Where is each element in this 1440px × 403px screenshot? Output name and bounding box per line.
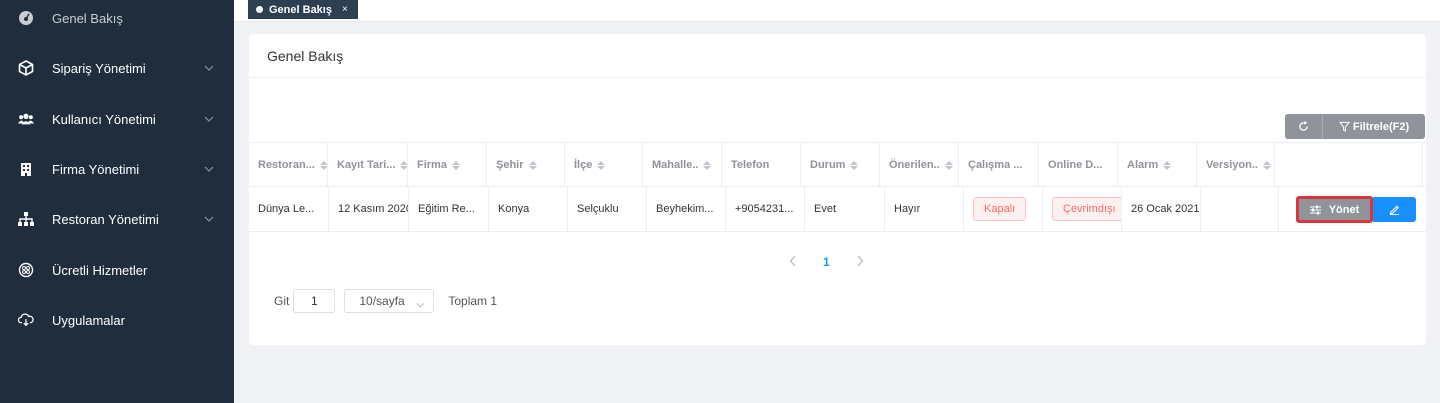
sidebar-item-label: Sipariş Yönetimi	[52, 60, 146, 76]
toolbar: Filtrele(F2)	[1285, 114, 1425, 139]
main-card: Genel Bakış Filtrele(F2) Restoran... Kay…	[249, 34, 1426, 345]
sidebar-item-label: Genel Bakış	[52, 10, 123, 26]
column-header-mahalle[interactable]: Mahalle..	[643, 143, 722, 187]
cell-versiyon	[1201, 187, 1279, 231]
divider	[249, 77, 1426, 78]
cell-sehir: Konya	[489, 187, 568, 231]
page-size-select[interactable]: 10/sayfa	[344, 289, 435, 313]
building-icon	[18, 161, 34, 177]
filter-label: Filtrele(F2)	[1352, 120, 1410, 133]
tab-bar: Genel Bakış ×	[234, 0, 1440, 22]
column-header-actions	[1275, 143, 1423, 187]
table-row[interactable]: Dünya Le... 12 Kasım 2020 Eğitim Re... K…	[249, 187, 1426, 232]
chevron-down-icon	[204, 63, 214, 73]
column-header-sehir[interactable]: Şehir	[487, 143, 565, 187]
cell-restoran: Dünya Le...	[249, 187, 329, 231]
cell-calisma: Kapalı	[964, 187, 1043, 231]
column-header-durum[interactable]: Durum	[801, 143, 880, 187]
sidebar: Genel Bakış Sipariş Yönetimi Kullanıcı Y…	[0, 0, 234, 403]
cell-alarm: 26 Ocak 2021	[1122, 187, 1201, 231]
chevron-right-icon[interactable]	[856, 255, 864, 270]
sidebar-item-siparis[interactable]: Sipariş Yönetimi	[0, 43, 234, 93]
cell-ilce: Selçuklu	[568, 187, 647, 231]
chevron-left-icon[interactable]	[789, 255, 797, 270]
column-header-online[interactable]: Online D...	[1039, 143, 1118, 187]
column-header-kayit-tarihi[interactable]: Kayıt Tari...	[328, 143, 408, 187]
sidebar-item-label: Ücretli Hizmetler	[52, 262, 148, 278]
users-icon	[18, 111, 34, 127]
sidebar-item-uygulamalar[interactable]: Uygulamalar	[0, 295, 234, 345]
cell-onerilen: Hayır	[885, 187, 964, 231]
status-badge: Çevrimdışı	[1052, 197, 1121, 221]
manage-label: Yönet	[1328, 203, 1360, 216]
refresh-icon	[1299, 121, 1308, 131]
chevron-down-icon	[204, 164, 214, 174]
column-header-firma[interactable]: Firma	[408, 143, 487, 187]
box-icon	[18, 60, 34, 76]
refresh-button[interactable]	[1285, 114, 1323, 139]
chevron-down-icon	[204, 214, 214, 224]
active-dot-icon	[256, 6, 263, 13]
column-header-versiyon[interactable]: Versiyon..	[1197, 143, 1275, 187]
filter-button[interactable]: Filtrele(F2)	[1323, 114, 1425, 139]
sidebar-item-firma[interactable]: Firma Yönetimi	[0, 144, 234, 194]
sidebar-item-ucretli[interactable]: Ücretli Hizmetler	[0, 245, 234, 295]
page-number[interactable]: 1	[823, 255, 830, 269]
cloud-icon	[18, 312, 34, 328]
sidebar-item-kullanici[interactable]: Kullanıcı Yönetimi	[0, 94, 234, 144]
services-icon	[18, 262, 34, 278]
tab-label: Genel Bakış	[269, 3, 332, 16]
chevron-down-icon	[416, 297, 425, 311]
cell-firma: Eğitim Re...	[409, 187, 489, 231]
manage-button[interactable]: Yönet	[1296, 196, 1373, 223]
cell-telefon: +9054231...	[726, 187, 805, 231]
cell-kayit-tarihi: 12 Kasım 2020	[329, 187, 409, 231]
sidebar-item-restoran[interactable]: Restoran Yönetimi	[0, 194, 234, 244]
pencil-icon	[1389, 205, 1400, 215]
sidebar-item-label: Restoran Yönetimi	[52, 211, 159, 227]
column-header-calisma[interactable]: Çalışma ...	[959, 143, 1039, 187]
table-header: Restoran... Kayıt Tari... Firma Şehir İl…	[249, 142, 1426, 187]
tab-genel-bakis[interactable]: Genel Bakış ×	[248, 0, 358, 19]
cell-durum: Evet	[805, 187, 885, 231]
pagination: 1	[789, 252, 864, 272]
column-header-alarm[interactable]: Alarm	[1118, 143, 1197, 187]
sidebar-item-label: Kullanıcı Yönetimi	[52, 111, 156, 127]
sliders-icon	[1309, 205, 1321, 214]
sidebar-item-label: Uygulamalar	[52, 312, 125, 328]
column-header-telefon[interactable]: Telefon	[722, 143, 801, 187]
sidebar-item-label: Firma Yönetimi	[52, 161, 140, 177]
page-title: Genel Bakış	[267, 48, 344, 64]
status-badge: Kapalı	[973, 197, 1027, 221]
sitemap-icon	[18, 211, 34, 227]
chevron-down-icon	[204, 114, 214, 124]
column-header-restoran[interactable]: Restoran...	[249, 143, 328, 187]
close-icon[interactable]: ×	[342, 4, 348, 15]
page-jump: Git 10/sayfa Toplam 1	[274, 289, 497, 313]
column-header-onerilen[interactable]: Önerilen..	[880, 143, 959, 187]
filter-icon	[1338, 121, 1350, 132]
total-count: Toplam 1	[448, 294, 498, 308]
column-header-ilce[interactable]: İlçe	[565, 143, 643, 187]
sidebar-item-genel-bakis[interactable]: Genel Bakış	[0, 0, 234, 43]
dashboard-icon	[18, 10, 34, 26]
page-size-value: 10/sayfa	[359, 294, 405, 308]
cell-online: Çevrimdışı	[1043, 187, 1122, 231]
goto-label: Git	[274, 294, 290, 308]
goto-input[interactable]	[293, 289, 336, 313]
edit-button[interactable]	[1373, 197, 1416, 222]
cell-mahalle: Beyhekim...	[647, 187, 726, 231]
